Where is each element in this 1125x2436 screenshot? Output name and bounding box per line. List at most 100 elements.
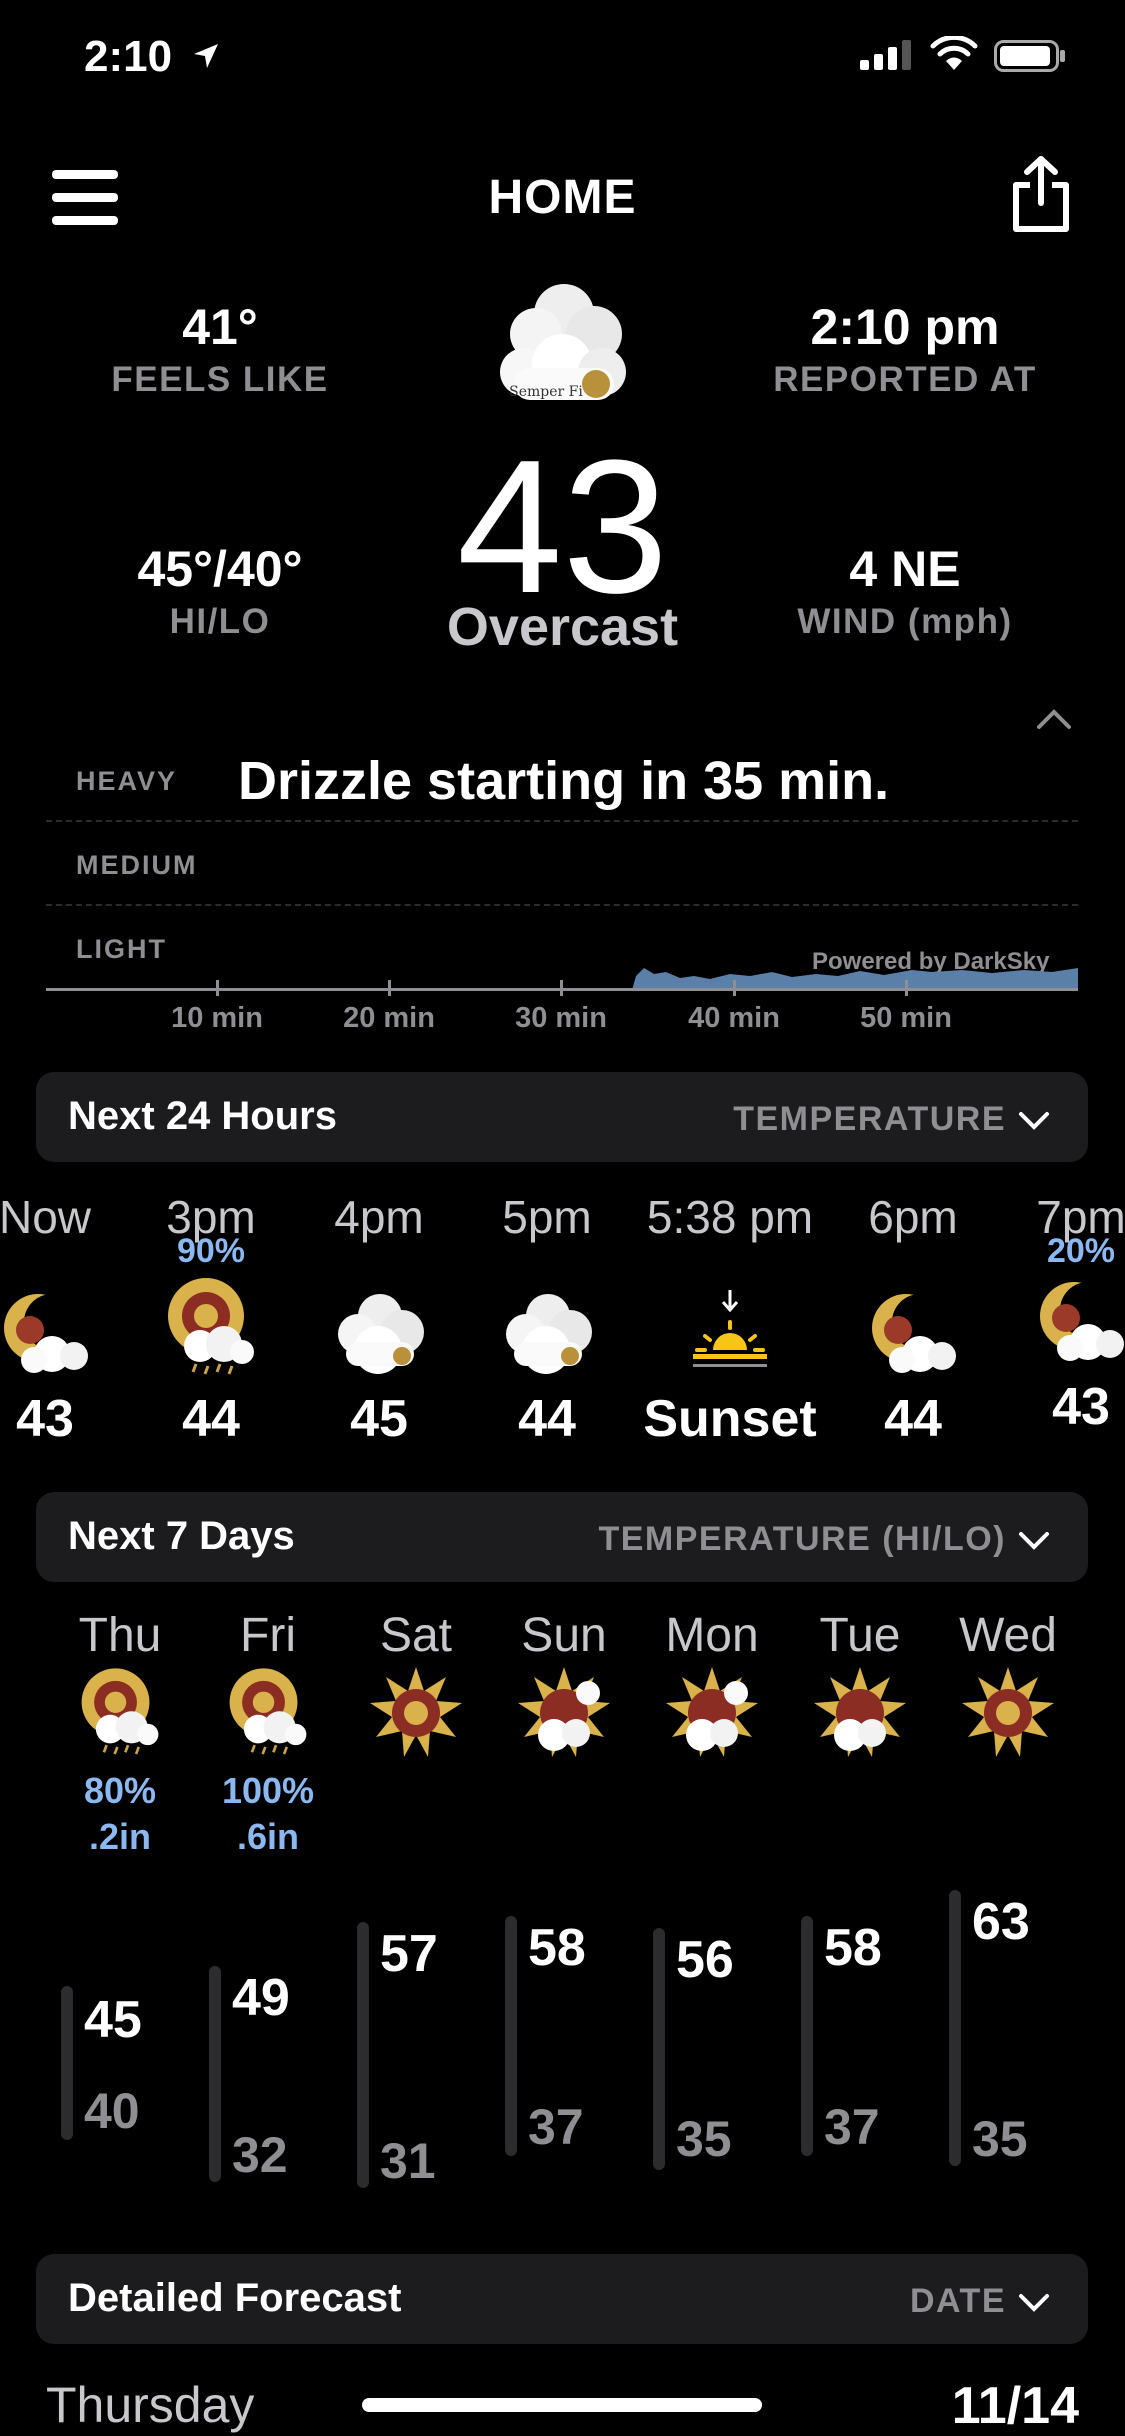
- precip-area: [632, 968, 1078, 990]
- feels-like-value: 41°: [182, 299, 258, 355]
- day-item: Fri 100% .6in: [198, 1608, 338, 1860]
- tick-mark: [216, 980, 219, 996]
- day-high: 49: [232, 1969, 290, 2027]
- hour-precip: [294, 1244, 464, 1284]
- overcast-icon: Semper Fi: [500, 284, 626, 400]
- hourly-section-header: Next 24 Hours TEMPERATURE: [36, 1072, 1088, 1162]
- sun-rain-icon: [229, 1668, 307, 1755]
- chevron-down-icon: [1019, 1112, 1049, 1130]
- day-item: Sat: [346, 1608, 486, 1768]
- share-icon[interactable]: [1010, 155, 1072, 233]
- temp-range-bar: [505, 1916, 517, 2156]
- moon-clouds-icon: [1040, 1282, 1124, 1361]
- tick-label: 20 min: [343, 1002, 435, 1034]
- hour-precip: [462, 1244, 632, 1284]
- reported-at-block: 2:10 pm REPORTED AT: [760, 298, 1050, 400]
- daily-title: Next 7 Days: [68, 1514, 295, 1558]
- day-item: Tue: [790, 1608, 930, 1768]
- day-high: 58: [528, 1919, 586, 1977]
- hilo-value: 45°/40°: [137, 541, 303, 597]
- day-precip-amount: .6in: [236, 1816, 299, 1857]
- divider: [46, 904, 1078, 906]
- hour-precip: [828, 1244, 998, 1284]
- hour-item: 5pm 44: [462, 1190, 632, 1449]
- feels-like-label: FEELS LIKE: [111, 360, 329, 399]
- level-heavy: HEAVY: [76, 766, 178, 796]
- hour-time: 5:38 pm: [646, 1191, 814, 1243]
- detailed-section-header: Detailed Forecast DATE: [36, 2254, 1088, 2344]
- day-name: Sat: [379, 1609, 453, 1662]
- moon-clouds-icon: [4, 1294, 88, 1373]
- temp-range-bar: [653, 1928, 665, 2170]
- hour-precip: 20%: [1046, 1232, 1116, 1270]
- precip-headline: Drizzle starting in 35 min.: [238, 751, 890, 811]
- hour-precip: [620, 1244, 840, 1284]
- hour-value: Sunset: [643, 1390, 817, 1448]
- hour-value: 43: [16, 1390, 74, 1448]
- sun-icon: [370, 1667, 462, 1757]
- hour-item: 7pm 20% 43: [996, 1190, 1125, 1437]
- semper-fi-badge: Semper Fi: [509, 384, 583, 400]
- temp-range-bar: [949, 1890, 961, 2166]
- day-name: Sun: [521, 1609, 607, 1662]
- hour-time: 5pm: [502, 1191, 592, 1243]
- feels-like-block: 41° FEELS LIKE: [90, 298, 350, 400]
- home-indicator[interactable]: [362, 2398, 762, 2412]
- sun-rain-icon: [168, 1278, 254, 1375]
- reported-at-label: REPORTED AT: [773, 360, 1037, 399]
- day-name: Fri: [240, 1609, 296, 1662]
- level-light: LIGHT: [76, 934, 167, 964]
- day-name: Thu: [78, 1609, 162, 1662]
- sun-rain-icon: [81, 1668, 159, 1755]
- day-low: 40: [84, 2083, 140, 2139]
- tick-label: 50 min: [860, 1002, 952, 1034]
- day-name: Mon: [665, 1609, 759, 1662]
- chevron-down-icon: [1019, 2294, 1049, 2312]
- location-arrow-icon: [194, 44, 218, 68]
- collapse-chevron-icon[interactable]: [1036, 708, 1072, 730]
- detailed-sort-dropdown[interactable]: DATE: [910, 2282, 1050, 2321]
- daily-metric-label: TEMPERATURE (HI/LO): [598, 1520, 1006, 1558]
- hour-item: 5:38 pm Sunset: [620, 1190, 840, 1449]
- hourly-metric-label: TEMPERATURE: [733, 1100, 1006, 1138]
- hour-precip: 90%: [176, 1232, 246, 1270]
- page-title: HOME: [488, 171, 637, 224]
- hour-value: 45: [350, 1390, 408, 1448]
- detailed-day-name[interactable]: Thursday: [46, 2376, 254, 2434]
- day-high: 56: [676, 1931, 734, 1989]
- sunset-icon: [693, 1290, 767, 1367]
- hour-item: 4pm 45: [294, 1190, 464, 1449]
- wind-block: 4 NE WIND (mph): [760, 540, 1050, 642]
- day-item: Sun: [494, 1608, 634, 1768]
- temp-range-bar: [209, 1966, 221, 2182]
- day-low: 35: [972, 2111, 1028, 2167]
- hour-item: Now 43: [0, 1190, 130, 1449]
- day-low: 35: [676, 2111, 732, 2167]
- sun-cloud-icon: [666, 1667, 758, 1757]
- reported-at-value: 2:10 pm: [810, 299, 1000, 355]
- day-low: 37: [824, 2099, 880, 2155]
- level-medium: MEDIUM: [76, 850, 198, 880]
- hourly-metric-dropdown[interactable]: TEMPERATURE: [733, 1100, 1050, 1139]
- hour-value: 44: [884, 1390, 942, 1448]
- tick-mark: [560, 980, 563, 996]
- hour-value: 43: [1052, 1378, 1110, 1436]
- day-precip: 80%: [83, 1770, 157, 1811]
- hour-item: 6pm 44: [828, 1190, 998, 1449]
- day-high: 58: [824, 1919, 882, 1977]
- moon-clouds-icon: [872, 1294, 956, 1373]
- day-name: Wed: [959, 1609, 1057, 1662]
- wifi-icon: [930, 36, 978, 70]
- day-high: 45: [84, 1991, 142, 2049]
- day-precip: 100%: [221, 1770, 315, 1811]
- temp-range-bar: [61, 1986, 73, 2140]
- day-item: Wed: [938, 1608, 1078, 1768]
- wind-label: WIND (mph): [797, 602, 1013, 641]
- temp-range-bar: [357, 1922, 369, 2188]
- day-high: 63: [972, 1893, 1030, 1951]
- divider: [46, 820, 1078, 822]
- hour-precip: [0, 1244, 130, 1284]
- daily-section-header: Next 7 Days TEMPERATURE (HI/LO): [36, 1492, 1088, 1582]
- day-item: Thu 80% .2in: [50, 1608, 190, 1860]
- daily-metric-dropdown[interactable]: TEMPERATURE (HI/LO): [598, 1520, 1050, 1559]
